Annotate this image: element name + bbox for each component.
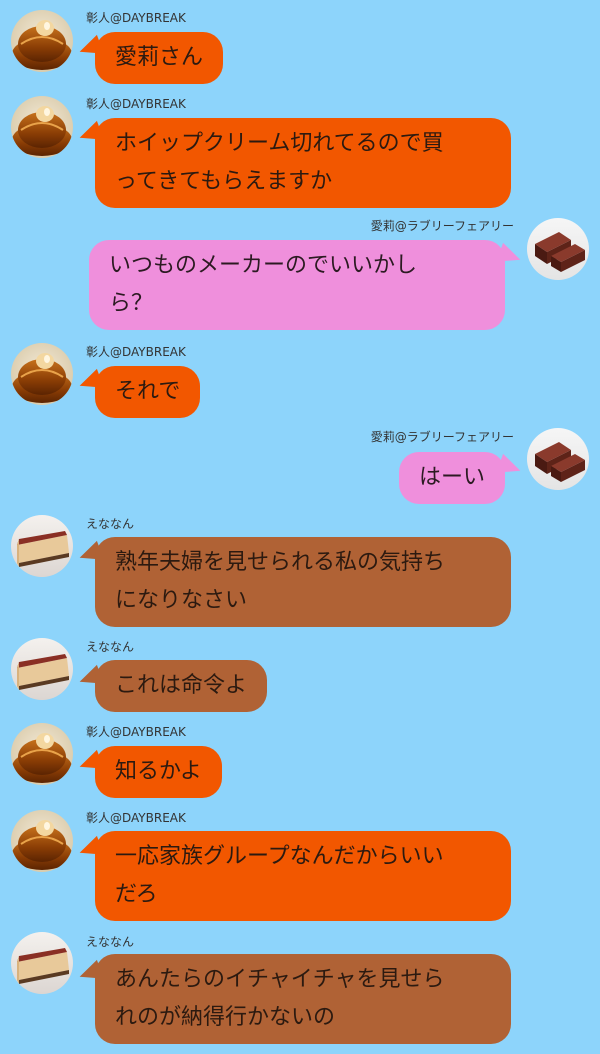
sender-name: 彰人@DAYBREAK (86, 725, 186, 739)
caramel-cake-avatar[interactable] (11, 810, 73, 872)
message-bubble: 一応家族グループなんだからいい だろ (95, 831, 511, 921)
caramel-cake-avatar[interactable] (11, 343, 73, 405)
chocolate-yokan-avatar[interactable] (527, 428, 589, 490)
cheesecake-avatar[interactable] (11, 515, 73, 577)
sender-name: 愛莉@ラブリーフェアリー (370, 219, 514, 233)
message-bubble: それで (95, 366, 201, 418)
chat-screen: { "users": { "akihito": {"name": "彰人@DAY… (0, 0, 600, 1054)
message-bubble: あんたらのイチャイチャを見せら れのが納得行かないの (95, 954, 511, 1044)
message-bubble: 知るかよ (95, 746, 222, 798)
sender-name: 彰人@DAYBREAK (86, 97, 186, 111)
message-bubble: いつものメーカーのでいいかし ら？ (89, 240, 505, 330)
message-bubble: 愛莉さん (95, 32, 224, 84)
message-bubble: ホイップクリーム切れてるので買 ってきてもらえますか (95, 118, 511, 208)
caramel-cake-avatar[interactable] (11, 723, 73, 785)
cheesecake-avatar[interactable] (11, 638, 73, 700)
message-bubble: 熟年夫婦を見せられる私の気持ち になりなさい (95, 537, 511, 627)
chocolate-yokan-avatar[interactable] (527, 218, 589, 280)
message-bubble: はーい (398, 452, 505, 504)
sender-name: 彰人@DAYBREAK (86, 811, 186, 825)
sender-name: えななん (86, 640, 135, 654)
sender-name: えななん (86, 935, 135, 949)
caramel-cake-avatar[interactable] (11, 96, 73, 158)
message-bubble: これは命令よ (95, 660, 268, 712)
sender-name: 愛莉@ラブリーフェアリー (370, 430, 514, 444)
sender-name: えななん (86, 517, 135, 531)
sender-name: 彰人@DAYBREAK (86, 11, 186, 25)
cheesecake-avatar[interactable] (11, 932, 73, 994)
caramel-cake-avatar[interactable] (11, 10, 73, 72)
sender-name: 彰人@DAYBREAK (86, 345, 186, 359)
